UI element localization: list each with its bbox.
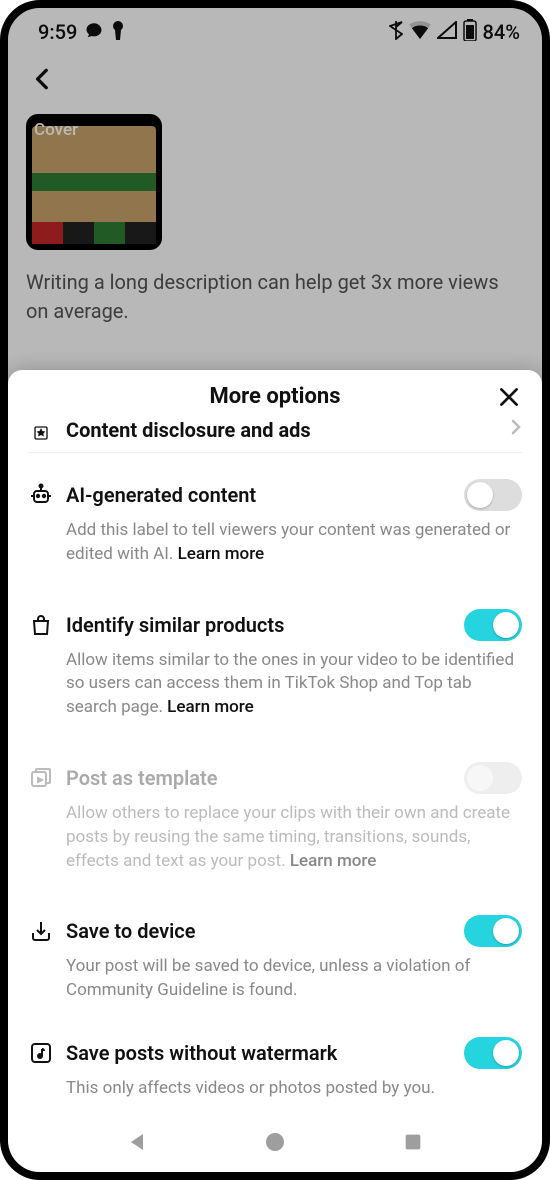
back-icon[interactable] — [30, 77, 56, 96]
close-button[interactable] — [492, 380, 526, 414]
learn-more-link[interactable]: Learn more — [290, 851, 377, 871]
status-time: 9:59 — [38, 20, 77, 44]
robot-icon — [28, 482, 54, 508]
sheet-title: More options — [210, 384, 341, 409]
shopping-bag-icon — [28, 612, 54, 638]
nav-recents-button[interactable] — [398, 1127, 428, 1157]
toggle-save-to-device[interactable] — [464, 915, 522, 947]
battery-icon — [463, 19, 477, 46]
row-description: This only affects videos or photos poste… — [28, 1069, 522, 1111]
chevron-right-icon — [510, 417, 522, 442]
row-title: Identify similar products — [66, 613, 452, 637]
more-options-sheet: More options Content disclosure and ads — [8, 370, 542, 1172]
toggle-identify-similar[interactable] — [464, 609, 522, 641]
android-nav-bar — [8, 1118, 542, 1172]
toggle-ai-generated[interactable] — [464, 479, 522, 511]
template-icon — [28, 765, 54, 791]
learn-more-link[interactable]: Learn more — [178, 544, 265, 564]
cover-label: Cover — [34, 120, 78, 140]
row-description: Allow others to replace your clips with … — [28, 794, 522, 883]
toggle-post-as-template — [464, 762, 522, 794]
row-title: Post as template — [66, 766, 452, 790]
row-identify-similar: Identify similar products Allow items si… — [8, 585, 542, 738]
row-ai-generated: AI-generated content Add this label to t… — [8, 453, 542, 585]
toggle-save-without-watermark[interactable] — [464, 1037, 522, 1069]
wifi-icon — [409, 20, 431, 44]
row-post-as-template: Post as template Allow others to replace… — [8, 738, 542, 891]
nav-home-button[interactable] — [260, 1127, 290, 1157]
cover-thumbnail[interactable]: Cover — [26, 114, 162, 250]
post-editor-background: Cover Writing a long description can hel… — [8, 52, 542, 346]
row-description: Allow items similar to the ones in your … — [28, 641, 522, 730]
battery-percent: 84% — [483, 20, 520, 44]
chat-icon — [85, 20, 103, 44]
row-save-to-device: Save to device Your post will be saved t… — [8, 891, 542, 1021]
signal-icon — [437, 20, 457, 44]
row-save-without-watermark: Save posts without watermark This only a… — [8, 1021, 542, 1118]
nav-back-button[interactable] — [122, 1127, 152, 1157]
sheet-header: More options — [8, 370, 542, 417]
music-note-box-icon — [28, 1040, 54, 1066]
row-title: Save to device — [66, 919, 452, 943]
download-icon — [28, 918, 54, 944]
star-box-icon — [28, 420, 54, 446]
row-description: Add this label to tell viewers your cont… — [28, 511, 522, 577]
row-content-disclosure[interactable]: Content disclosure and ads — [8, 417, 542, 452]
bluetooth-icon — [389, 20, 403, 45]
row-title: Save posts without watermark — [66, 1041, 452, 1065]
row-title: AI-generated content — [66, 483, 452, 507]
keyhole-icon — [111, 20, 125, 45]
row-description: Your post will be saved to device, unles… — [28, 947, 522, 1013]
description-hint: Writing a long description can help get … — [26, 268, 524, 326]
status-bar: 9:59 84% — [8, 8, 542, 52]
learn-more-link[interactable]: Learn more — [167, 697, 254, 717]
row-title: Content disclosure and ads — [66, 418, 498, 442]
